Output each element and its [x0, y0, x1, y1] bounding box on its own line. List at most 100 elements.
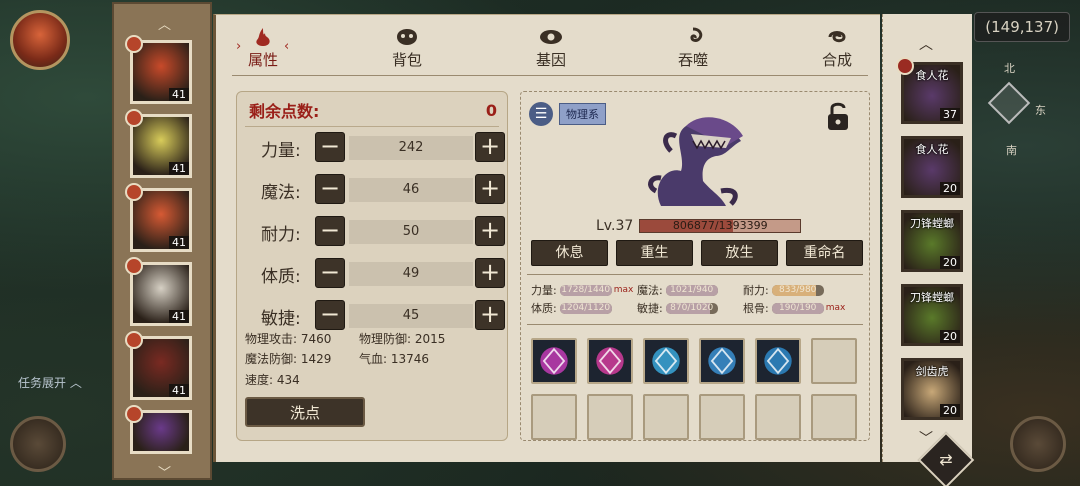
- empty-skill-slot[interactable]: [587, 394, 633, 440]
- bottom-left-round-button[interactable]: [10, 416, 66, 472]
- party-member-slot[interactable]: 41: [125, 183, 192, 252]
- reset-points-button[interactable]: 洗点: [245, 397, 365, 427]
- tab-genes[interactable]: 基因: [516, 27, 586, 70]
- skill-slot[interactable]: [587, 338, 633, 384]
- rest-button[interactable]: 休息: [531, 240, 608, 266]
- swap-arrow-icon: ⇄: [939, 450, 953, 469]
- tab-inventory[interactable]: 背包: [372, 27, 442, 70]
- aptitude-max: max: [825, 303, 846, 313]
- pet-hp-bar: 806877/1393399: [639, 219, 802, 233]
- aptitude-stat: 敏捷: 870/1020: [637, 300, 720, 316]
- claw-skill-icon: [764, 347, 792, 375]
- party-member-slot[interactable]: 41: [125, 331, 192, 400]
- party-member-slot[interactable]: [125, 405, 192, 454]
- attribute-panel: 剩余点数: 0 力量: −242 + 魔法: −46 + 耐力: −50 + 体质: −49 + 敏捷:…: [236, 91, 508, 441]
- aptitude-stat: 根骨: 190/190 max: [743, 300, 845, 316]
- decrease-button[interactable]: −: [315, 174, 345, 204]
- stored-pet-level: 20: [940, 330, 960, 343]
- party-scroll-down-icon[interactable]: ﹀: [158, 462, 171, 481]
- party-member-slot[interactable]: 41: [125, 109, 192, 178]
- empty-skill-slot[interactable]: [699, 394, 745, 440]
- aptitude-value: 1021/940: [670, 284, 714, 295]
- increase-button[interactable]: +: [475, 258, 505, 288]
- attribute-row: 力量: −242 +: [237, 132, 507, 162]
- attribute-value: 45: [349, 304, 473, 328]
- party-member-level: 41: [169, 88, 189, 101]
- aptitude-bar: 870/1020: [665, 302, 718, 314]
- rebirth-button[interactable]: 重生: [616, 240, 693, 266]
- tab-label: 吞噬: [677, 51, 708, 69]
- empty-skill-slot[interactable]: [811, 394, 857, 440]
- release-button[interactable]: 放生: [701, 240, 778, 266]
- stored-pet-name: 食人花: [915, 143, 949, 156]
- pet-type[interactable]: ☰ 物理系: [529, 102, 606, 126]
- stored-pet-name: 刀锋螳螂: [910, 291, 954, 304]
- increase-button[interactable]: +: [475, 300, 505, 330]
- pet-storage-sidebar: ︿ 食人花 37 食人花 20 刀锋螳螂 20 刀锋螳螂 20 剑齿虎 20 ﹀: [882, 14, 972, 462]
- pet-divider-top: [527, 274, 863, 275]
- party-scroll-up-icon[interactable]: ︿: [158, 14, 171, 33]
- aptitude-label: 体质:: [531, 302, 557, 315]
- swirl-icon: [690, 27, 703, 42]
- storage-scroll-up-icon[interactable]: ︿: [919, 34, 933, 54]
- aptitude-bar: 1204/1120: [559, 302, 612, 314]
- empty-skill-slot[interactable]: [531, 394, 577, 440]
- decrease-button[interactable]: −: [315, 132, 345, 162]
- stored-pet-slot[interactable]: 食人花 37: [896, 57, 963, 124]
- increase-button[interactable]: +: [475, 174, 505, 204]
- skill-slot[interactable]: [643, 338, 689, 384]
- aptitude-label: 力量:: [531, 284, 557, 297]
- skill-slot[interactable]: [531, 338, 577, 384]
- pet-divider-bottom: [527, 324, 863, 325]
- skill-badge-icon: [125, 405, 143, 423]
- decrease-button[interactable]: −: [315, 258, 345, 288]
- tab-divider: [232, 75, 868, 76]
- bottom-right-round-button[interactable]: [1010, 416, 1066, 472]
- flame-icon: [256, 28, 270, 46]
- rename-button[interactable]: 重命名: [786, 240, 863, 266]
- empty-skill-slot[interactable]: [643, 394, 689, 440]
- tab-label: 合成: [821, 51, 852, 69]
- stored-pet-slot[interactable]: 刀锋螳螂 20: [901, 210, 963, 272]
- quest-expand-toggle[interactable]: 任务展开 ︿: [18, 374, 82, 391]
- skill-slot[interactable]: [699, 338, 745, 384]
- increase-button[interactable]: +: [475, 216, 505, 246]
- aptitude-stat: 魔法: 1021/940: [637, 282, 720, 298]
- skill-grid: [531, 338, 857, 440]
- compass-south-label: 南: [1006, 144, 1017, 157]
- decrease-button[interactable]: −: [315, 300, 345, 330]
- party-member-slot[interactable]: 41: [125, 257, 192, 326]
- decrease-button[interactable]: −: [315, 216, 345, 246]
- aptitude-bar: 190/190: [771, 302, 824, 314]
- player-avatar[interactable]: [10, 10, 70, 70]
- increase-button[interactable]: +: [475, 132, 505, 162]
- aptitude-value: 870/1020: [670, 302, 714, 313]
- hp-stat: 气血: 13746: [359, 352, 430, 366]
- stored-pet-slot[interactable]: 剑齿虎 20: [901, 358, 963, 420]
- attribute-value: 50: [349, 220, 473, 244]
- skill-slot[interactable]: [755, 338, 801, 384]
- tab-label: 背包: [391, 51, 422, 69]
- tab-synthesis[interactable]: 合成: [802, 27, 872, 70]
- pet-detail-panel: › 属性 ‹ 背包 基因 吞噬 合成 剩余点数: 0 力量: −242 + 魔法…: [213, 14, 880, 462]
- attribute-label: 力量:: [261, 141, 301, 161]
- empty-skill-slot[interactable]: [811, 338, 857, 384]
- pet-info-panel: ☰ 物理系 Lv.37 806877/1393399 休息 重生 放生 重命名 …: [520, 91, 870, 441]
- physical-defense: 物理防御: 2015: [359, 332, 446, 346]
- party-member-level: 41: [169, 236, 189, 249]
- aptitude-label: 敏捷:: [637, 302, 663, 315]
- skill-badge-icon: [125, 331, 143, 349]
- speed-stat: 速度: 434: [245, 373, 300, 387]
- stored-pet-slot[interactable]: 刀锋螳螂 20: [901, 284, 963, 346]
- empty-skill-slot[interactable]: [755, 394, 801, 440]
- remaining-points-label: 剩余点数:: [249, 102, 320, 121]
- aptitude-label: 根骨:: [743, 302, 769, 315]
- magic-defense: 魔法防御: 1429: [245, 352, 332, 366]
- remaining-points-value: 0: [485, 100, 497, 120]
- attribute-label: 敏捷:: [261, 309, 301, 329]
- unlock-icon[interactable]: [825, 100, 851, 132]
- tab-devour[interactable]: 吞噬: [658, 27, 728, 70]
- party-member-slot[interactable]: 41: [125, 35, 192, 104]
- pet-hp-text: 806877/1393399: [672, 219, 768, 232]
- stored-pet-slot[interactable]: 食人花 20: [901, 136, 963, 198]
